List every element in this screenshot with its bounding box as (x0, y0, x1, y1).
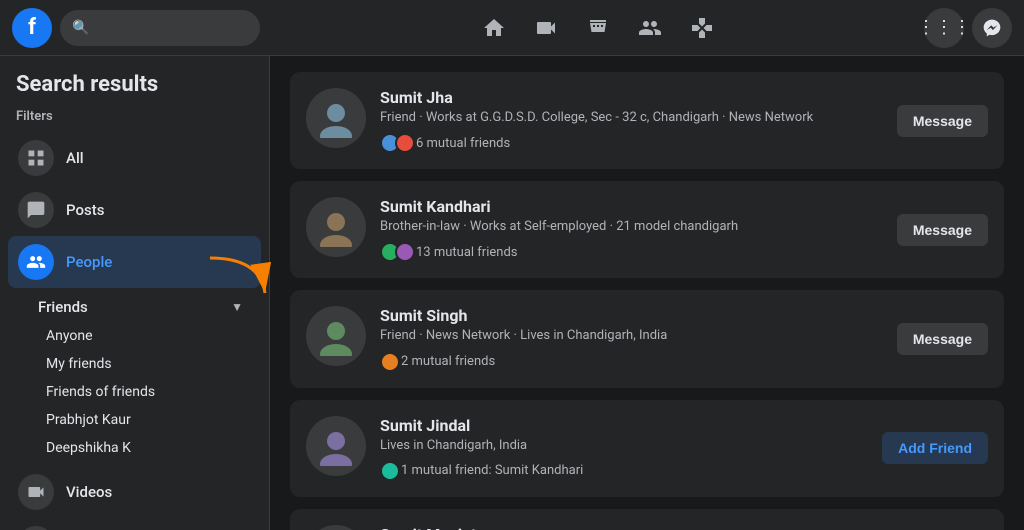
page-title: Search results (8, 72, 261, 97)
dropdown-option-friends-of-friends[interactable]: Friends of friends (36, 378, 253, 406)
result-card-4: Sumit Jindal Lives in Chandigarh, India … (290, 400, 1004, 497)
home-nav-icon[interactable] (470, 6, 518, 50)
avatar-sumit-singh (306, 306, 366, 366)
dropdown-option-my-friends[interactable]: My friends (36, 350, 253, 378)
mutual-count-3: 2 mutual friends (401, 354, 495, 369)
friends-dropdown-container: Friends ▼ Anyone My friends Friends of f… (8, 288, 261, 466)
card-info-1: Sumit Jha Friend · Works at G.G.D.S.D. C… (380, 88, 883, 153)
dropdown-option-prabhjot[interactable]: Prabhjot Kaur (36, 406, 253, 434)
topnav-left: f 🔍 sumit (12, 8, 272, 48)
card-info-2: Sumit Kandhari Brother-in-law · Works at… (380, 197, 883, 262)
friends-dropdown-label: Friends (38, 298, 88, 316)
video-nav-icon[interactable] (522, 6, 570, 50)
friends-dropdown-header[interactable]: Friends ▼ (28, 292, 253, 322)
card-action-3: Message (897, 323, 988, 355)
result-name-2: Sumit Kandhari (380, 197, 883, 216)
sidebar-item-people[interactable]: People (8, 236, 261, 288)
add-friend-button-4[interactable]: Add Friend (882, 432, 988, 464)
result-name-1: Sumit Jha (380, 88, 883, 107)
result-name-4: Sumit Jindal (380, 416, 868, 435)
gaming-nav-icon[interactable] (678, 6, 726, 50)
search-bar[interactable]: 🔍 sumit (60, 10, 260, 46)
card-action-4: Add Friend (882, 432, 988, 464)
mutual-avatar-b (395, 133, 415, 153)
sidebar-item-people-label: People (66, 253, 112, 271)
result-sub-2: Brother-in-law · Works at Self-employed … (380, 218, 883, 236)
search-results-content: Sumit Jha Friend · Works at G.G.D.S.D. C… (270, 56, 1024, 530)
topnav-center-icons (272, 6, 924, 50)
card-info-3: Sumit Singh Friend · News Network · Live… (380, 306, 883, 371)
dropdown-option-deepshikha[interactable]: Deepshikha K (36, 434, 253, 462)
posts-icon (18, 192, 54, 228)
card-info-5: Sumit Manjotra Works at Self Employed (B… (380, 525, 868, 530)
mutual-avatar-d (395, 242, 415, 262)
card-action-2: Message (897, 214, 988, 246)
card-action-1: Message (897, 105, 988, 137)
messenger-icon-button[interactable] (972, 8, 1012, 48)
result-sub-3: Friend · News Network · Lives in Chandig… (380, 327, 883, 345)
mutual-avatar-f (380, 461, 400, 481)
left-sidebar: Search results Filters All Posts People (0, 56, 270, 530)
result-sub-4: Lives in Chandigarh, India (380, 437, 868, 455)
sidebar-item-videos-label: Videos (66, 483, 112, 501)
sidebar-item-posts[interactable]: Posts (8, 184, 261, 236)
avatar-sumit-jha (306, 88, 366, 148)
result-card-1: Sumit Jha Friend · Works at G.G.D.S.D. C… (290, 72, 1004, 169)
search-icon: 🔍 (72, 20, 89, 36)
sidebar-item-all[interactable]: All (8, 132, 261, 184)
message-button-2[interactable]: Message (897, 214, 988, 246)
mutual-friends-1: 6 mutual friends (380, 133, 883, 153)
people-nav-icon[interactable] (626, 6, 674, 50)
mutual-avatars-4 (380, 461, 395, 481)
mutual-avatars-1 (380, 133, 410, 153)
grid-icon-button[interactable]: ⋮⋮⋮ (924, 8, 964, 48)
people-icon (18, 244, 54, 280)
result-card-5: Sumit Manjotra Works at Self Employed (B… (290, 509, 1004, 530)
sidebar-item-all-label: All (66, 149, 84, 167)
result-name-5: Sumit Manjotra (380, 525, 868, 530)
result-card-2: Sumit Kandhari Brother-in-law · Works at… (290, 181, 1004, 278)
marketplace-icon (18, 526, 54, 530)
message-button-3[interactable]: Message (897, 323, 988, 355)
top-navigation: f 🔍 sumit ⋮⋮⋮ (0, 0, 1024, 56)
mutual-avatars-3 (380, 352, 395, 372)
result-card-3: Sumit Singh Friend · News Network · Live… (290, 290, 1004, 387)
mutual-count-1: 6 mutual friends (416, 136, 510, 151)
avatar-sumit-kandhari (306, 197, 366, 257)
result-name-3: Sumit Singh (380, 306, 883, 325)
avatar-sumit-manjotra (306, 525, 366, 530)
dropdown-option-anyone[interactable]: Anyone (36, 322, 253, 350)
topnav-right-icons: ⋮⋮⋮ (924, 8, 1012, 48)
videos-icon (18, 474, 54, 510)
all-icon (18, 140, 54, 176)
result-sub-1: Friend · Works at G.G.D.S.D. College, Se… (380, 109, 883, 127)
mutual-friends-3: 2 mutual friends (380, 352, 883, 372)
store-nav-icon[interactable] (574, 6, 622, 50)
friends-dropdown-options: Anyone My friends Friends of friends Pra… (28, 322, 253, 462)
card-info-4: Sumit Jindal Lives in Chandigarh, India … (380, 416, 868, 481)
sidebar-item-posts-label: Posts (66, 201, 104, 219)
mutual-friends-4: 1 mutual friend: Sumit Kandhari (380, 461, 868, 481)
sidebar-item-marketplace[interactable]: Marketplace (8, 518, 261, 530)
message-button-1[interactable]: Message (897, 105, 988, 137)
sidebar-item-videos[interactable]: Videos (8, 466, 261, 518)
filters-label: Filters (8, 105, 261, 128)
avatar-sumit-jindal (306, 416, 366, 476)
mutual-avatars-2 (380, 242, 410, 262)
search-input[interactable]: sumit (97, 19, 248, 36)
chevron-down-icon: ▼ (231, 300, 243, 314)
mutual-avatar-e (380, 352, 400, 372)
main-layout: Search results Filters All Posts People (0, 56, 1024, 530)
mutual-count-2: 13 mutual friends (416, 245, 517, 260)
facebook-logo[interactable]: f (12, 8, 52, 48)
mutual-count-4: 1 mutual friend: Sumit Kandhari (401, 463, 583, 478)
mutual-friends-2: 13 mutual friends (380, 242, 883, 262)
